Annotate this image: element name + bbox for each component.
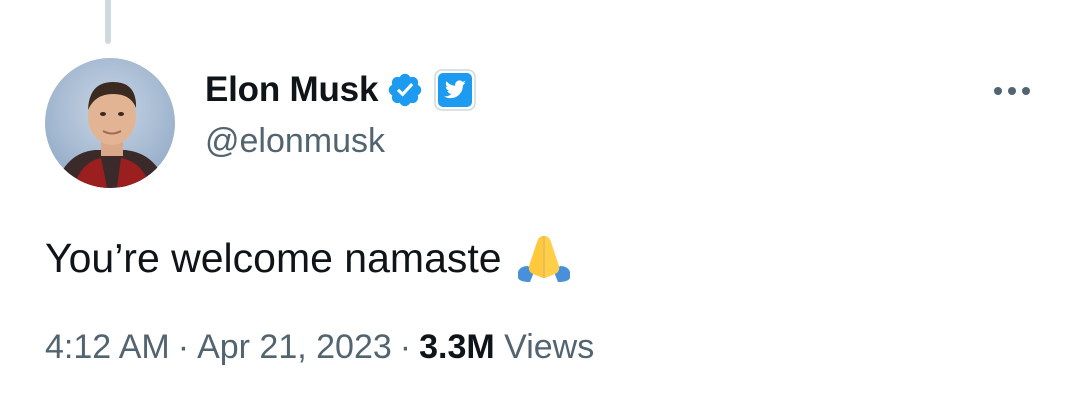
meta-separator: ·: [399, 328, 412, 366]
avatar[interactable]: [45, 58, 175, 188]
thread-connector-line: [105, 0, 111, 44]
tweet-text: You’re welcome namaste: [45, 234, 502, 281]
tweet-meta: 4:12 AM · Apr 21, 2023 · 3.3M Views: [45, 328, 594, 367]
verified-badge-icon: [386, 71, 424, 109]
author-name-row: Elon Musk: [205, 66, 477, 114]
twitter-affiliate-icon[interactable]: [433, 68, 477, 112]
author-display-name[interactable]: Elon Musk: [205, 70, 378, 110]
profile-photo-icon: [45, 58, 175, 188]
folded-hands-emoji-icon: [514, 232, 574, 284]
tweet-date[interactable]: Apr 21, 2023: [197, 328, 392, 366]
more-options-icon: [994, 87, 1030, 95]
author-handle[interactable]: @elonmusk: [205, 122, 385, 161]
views-count[interactable]: 3.3M: [419, 328, 495, 366]
tweet-text-row: You’re welcome namaste: [45, 232, 574, 284]
more-options-button[interactable]: [984, 74, 1040, 108]
meta-separator: ·: [177, 328, 190, 366]
views-label: Views: [504, 328, 595, 366]
tweet-time[interactable]: 4:12 AM: [45, 328, 170, 366]
